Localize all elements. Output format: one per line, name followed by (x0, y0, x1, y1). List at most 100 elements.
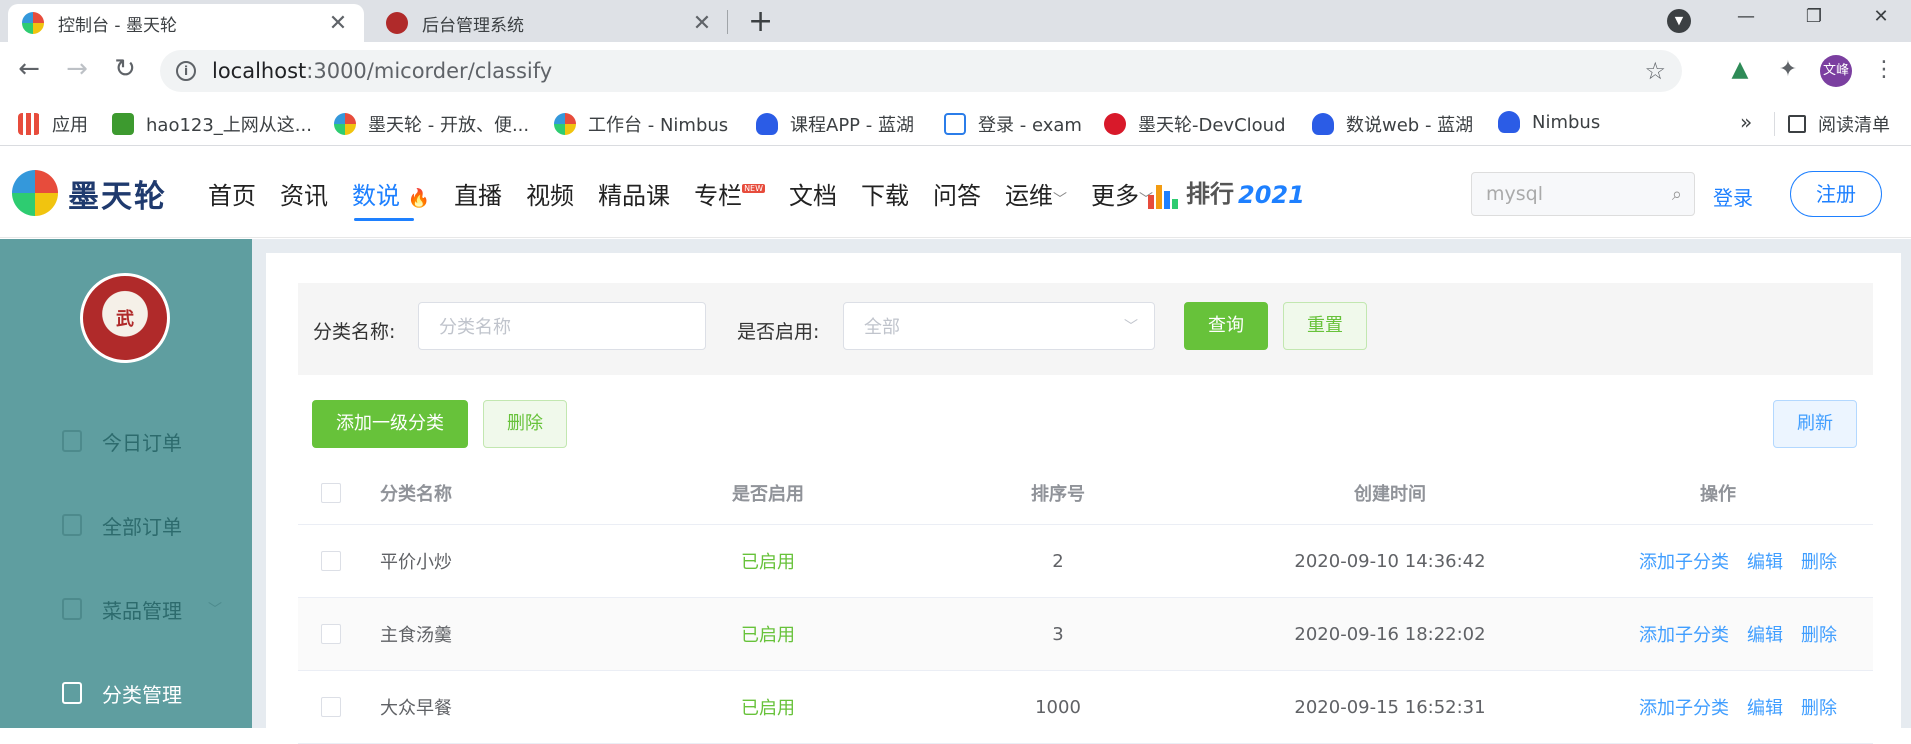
logo-text: 墨天轮 (68, 178, 167, 215)
reset-button[interactable]: 重置 (1283, 302, 1367, 350)
header-sort: 排序号 (1031, 483, 1085, 505)
edit-link[interactable]: 编辑 (1747, 694, 1783, 720)
add-child-category-link[interactable]: 添加子分类 (1639, 621, 1729, 647)
browser-menu-icon[interactable]: ⋮ (1868, 54, 1900, 86)
nav-video[interactable]: 视频 (526, 176, 574, 211)
site-info-icon[interactable]: i (176, 61, 196, 81)
filter-bar: 分类名称: 分类名称 是否启用: 全部 ﹀ 查询 重置 (298, 283, 1873, 375)
category-name-label: 分类名称: (313, 321, 396, 343)
bookmarks-overflow-icon[interactable]: » (1740, 110, 1752, 134)
back-arrow-icon[interactable]: ← (12, 54, 46, 84)
vue-devtools-icon[interactable]: ▲ (1724, 54, 1756, 86)
delete-link[interactable]: 删除 (1801, 548, 1837, 574)
tab-close-icon[interactable]: ✕ (690, 11, 714, 36)
register-button[interactable]: 注册 (1790, 171, 1882, 217)
tab-search-icon[interactable]: ▼ (1667, 9, 1691, 33)
row-checkbox[interactable] (321, 598, 341, 670)
sidebar-item-today-orders[interactable]: 今日订单 (0, 411, 252, 471)
apps-grid-icon (18, 113, 40, 135)
sidebar-item-all-orders[interactable]: 全部订单 (0, 495, 252, 555)
site-search-input[interactable]: mysql ⌕ (1471, 172, 1695, 216)
nav-column[interactable]: 专栏 NEW (694, 176, 766, 211)
nav-news[interactable]: 资讯 (280, 176, 328, 211)
nav-shushuo[interactable]: 数说 🔥 (352, 176, 430, 221)
delete-button[interactable]: 删除 (483, 400, 567, 448)
bookmark-shushuo-web[interactable]: 数说web - 蓝湖 (1312, 111, 1473, 137)
reading-list[interactable]: 阅读清单 (1788, 111, 1890, 137)
delete-link[interactable]: 删除 (1801, 694, 1837, 720)
new-tab-button[interactable]: + (748, 4, 773, 39)
extensions-icon[interactable]: ✦ (1772, 54, 1804, 86)
url-bar[interactable]: i localhost:3000/micorder/classify ☆ (160, 50, 1682, 92)
bookmark-apps[interactable]: 应用 (18, 111, 88, 137)
table-row: 平价小炒 已启用 2 2020-09-10 14:36:42 添加子分类 编辑 … (298, 525, 1873, 598)
reload-icon[interactable]: ↻ (108, 54, 142, 84)
nav-home[interactable]: 首页 (208, 176, 256, 211)
bookmark-hao123[interactable]: hao123_上网从这... (112, 111, 312, 137)
refresh-button[interactable]: 刷新 (1773, 400, 1857, 448)
sidebar-item-category-management[interactable]: 分类管理 (0, 663, 252, 723)
bookmark-label: Nimbus (1532, 111, 1601, 133)
cell-enabled: 已启用 (741, 552, 795, 573)
category-table: 分类名称 是否启用 排序号 创建时间 操作 平价小炒 已启用 2 2020-09… (298, 461, 1873, 744)
add-child-category-link[interactable]: 添加子分类 (1639, 694, 1729, 720)
search-icon[interactable]: ⌕ (1672, 184, 1682, 205)
nav-ops[interactable]: 运维﹀ (1005, 176, 1067, 211)
login-link[interactable]: 登录 (1713, 182, 1753, 211)
nav-shushuo-label: 数说 (352, 182, 400, 210)
nav-download[interactable]: 下载 (861, 176, 909, 211)
admin-app: 武 今日订单 全部订单 菜品管理 ﹀ 分类管理 分类名称: 分类名称 是否启用: (0, 239, 1911, 744)
bookmark-star-icon[interactable]: ☆ (1644, 57, 1666, 85)
bookmarks-separator (1774, 112, 1775, 136)
tab-separator (727, 10, 728, 34)
header-category-name: 分类名称 (380, 483, 452, 505)
bookmark-exam[interactable]: 登录 - exam (944, 111, 1082, 137)
tab-title: 控制台 - 墨天轮 (58, 15, 177, 36)
bookmark-course-app[interactable]: 课程APP - 蓝湖 (756, 111, 914, 137)
row-checkbox[interactable] (321, 525, 341, 597)
window-minimize-button[interactable]: — (1716, 0, 1776, 36)
cell-sort: 1000 (1035, 696, 1081, 718)
nav-more[interactable]: 更多﹀ (1091, 176, 1153, 211)
nav-qa[interactable]: 问答 (933, 176, 981, 211)
add-top-category-button[interactable]: 添加一级分类 (312, 400, 468, 448)
browser-tab-active[interactable]: 控制台 - 墨天轮 ✕ (8, 4, 364, 42)
avatar[interactable]: 武 (80, 273, 170, 363)
tab-close-icon[interactable]: ✕ (326, 11, 350, 36)
query-button[interactable]: 查询 (1184, 302, 1268, 350)
window-maximize-button[interactable]: ❐ (1784, 0, 1844, 36)
edit-link[interactable]: 编辑 (1747, 548, 1783, 574)
cell-operations: 添加子分类 编辑 删除 (1639, 598, 1855, 670)
delete-link[interactable]: 删除 (1801, 621, 1837, 647)
forward-arrow-icon[interactable]: → (60, 54, 94, 84)
nav-more-label: 更多 (1091, 182, 1140, 210)
bookmark-nimbus[interactable]: Nimbus (1498, 111, 1600, 133)
nav-docs[interactable]: 文档 (789, 176, 837, 211)
nav-course[interactable]: 精品课 (598, 176, 670, 211)
row-checkbox[interactable] (321, 671, 341, 743)
bookmark-motianlun[interactable]: 墨天轮 - 开放、便... (334, 111, 529, 137)
sidebar-item-dish-management[interactable]: 菜品管理 ﹀ (0, 579, 252, 639)
bookmark-devcloud[interactable]: 墨天轮-DevCloud (1104, 111, 1286, 137)
bookmark-label: 登录 - exam (978, 115, 1082, 136)
window-close-button[interactable]: ✕ (1851, 0, 1911, 36)
ranking-year: 2021 (1238, 181, 1305, 209)
nav-live[interactable]: 直播 (454, 176, 502, 211)
ranking-2021-link[interactable]: 排行 2021 (1148, 174, 1305, 209)
sidebar-item-label: 今日订单 (102, 430, 182, 455)
bookmark-nimbus-workbench[interactable]: 工作台 - Nimbus (554, 111, 728, 137)
add-child-category-link[interactable]: 添加子分类 (1639, 548, 1729, 574)
enabled-select[interactable]: 全部 ﹀ (843, 302, 1155, 350)
category-name-input[interactable]: 分类名称 (418, 302, 706, 350)
edit-link[interactable]: 编辑 (1747, 621, 1783, 647)
profile-avatar[interactable]: 文峰 (1820, 55, 1852, 87)
cell-category-name: 平价小炒 (380, 552, 452, 573)
motianlun-icon (554, 113, 576, 135)
site-logo[interactable]: 墨天轮 (12, 170, 167, 216)
nav-column-label: 专栏 (694, 182, 743, 210)
address-toolbar: ← → ↻ i localhost:3000/micorder/classify… (0, 42, 1911, 102)
browser-tab-admin[interactable]: 后台管理系统 ✕ (372, 4, 728, 42)
browser-tab-bar: 控制台 - 墨天轮 ✕ 后台管理系统 ✕ + ▼ — ❐ ✕ (0, 0, 1911, 42)
select-all-checkbox[interactable] (321, 461, 341, 524)
motianlun-icon (334, 113, 356, 135)
